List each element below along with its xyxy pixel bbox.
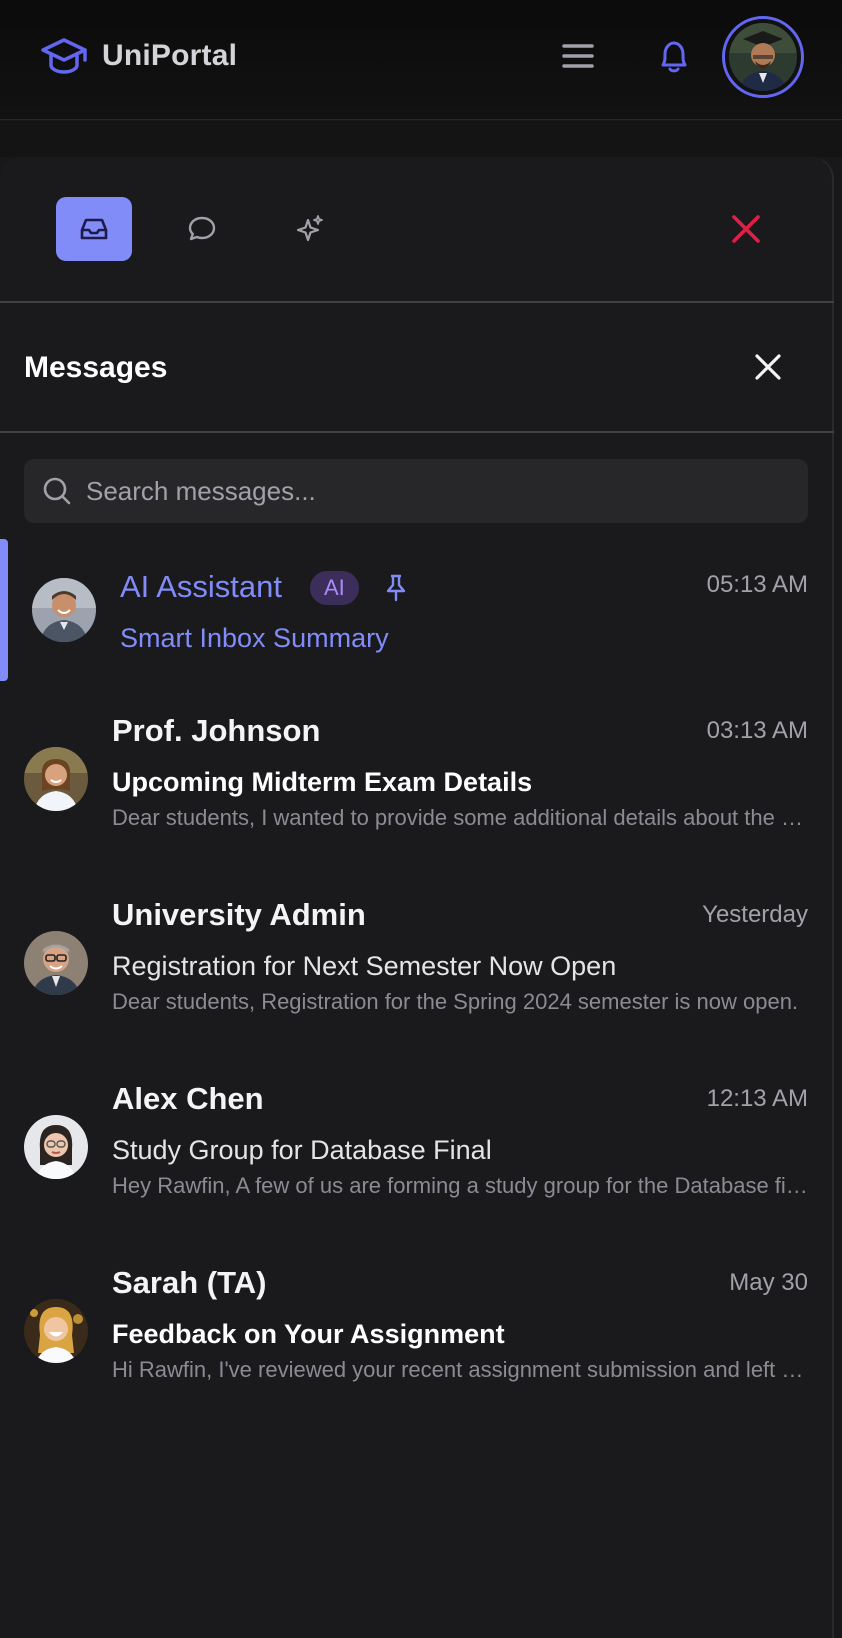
avatar (32, 578, 96, 642)
message-preview: Dear students, I wanted to provide some … (112, 805, 810, 830)
top-navbar: UniPortal (0, 0, 842, 120)
avatar (24, 1299, 88, 1363)
message-time: 05:13 AM (706, 571, 808, 598)
menu-button[interactable] (558, 36, 598, 76)
tab-ai[interactable] (272, 197, 348, 261)
graduate-portrait-icon (729, 23, 797, 91)
message-list: AI Assistant AI 05:13 AM Smart Inbox Sum… (0, 539, 834, 1427)
sender-name: Prof. Johnson (112, 713, 321, 748)
selected-indicator (0, 539, 8, 681)
messages-header: Messages (0, 303, 834, 433)
message-time: May 30 (729, 1269, 808, 1296)
chat-bubble-icon (188, 216, 216, 241)
close-icon (732, 215, 760, 243)
list-item[interactable]: Alex Chen 12:13 AM Study Group for Datab… (0, 1059, 834, 1243)
backdrop (0, 121, 842, 157)
message-preview: Hey Rawfin, A few of us are forming a st… (112, 1173, 810, 1198)
sparkles-icon (296, 215, 323, 242)
message-subject: Registration for Next Semester Now Open (112, 951, 617, 981)
message-subject: Smart Inbox Summary (120, 623, 389, 653)
search-icon (42, 476, 72, 506)
close-icon (755, 354, 781, 380)
message-subject: Upcoming Midterm Exam Details (112, 767, 533, 797)
search-bar (24, 459, 808, 523)
pin-icon (382, 573, 410, 603)
list-item[interactable]: University Admin Yesterday Registration … (0, 875, 834, 1059)
page-title: Messages (24, 351, 168, 384)
avatar (24, 747, 88, 811)
sender-name: Alex Chen (112, 1081, 264, 1116)
message-subject: Feedback on Your Assignment (112, 1319, 505, 1349)
message-preview: Dear students, Registration for the Spri… (112, 989, 799, 1014)
message-time: 03:13 AM (706, 717, 808, 744)
list-item[interactable]: AI Assistant AI 05:13 AM Smart Inbox Sum… (0, 539, 834, 681)
brand-name: UniPortal (102, 39, 238, 72)
list-item[interactable]: Prof. Johnson 03:13 AM Upcoming Midterm … (0, 691, 834, 875)
messages-panel: Messages Search messages... AI Assistant… (0, 157, 834, 1638)
avatar (24, 931, 88, 995)
message-subject: Study Group for Database Final (112, 1135, 492, 1165)
sender-name: AI Assistant (120, 569, 282, 604)
graduation-cap-icon (40, 34, 88, 78)
brand[interactable]: UniPortal (40, 34, 237, 78)
message-preview: Hi Rawfin, I've reviewed your recent ass… (112, 1357, 810, 1382)
message-time: 12:13 AM (706, 1085, 808, 1112)
user-avatar[interactable] (722, 16, 804, 98)
bell-icon (661, 41, 687, 73)
tab-inbox[interactable] (56, 197, 132, 261)
hamburger-icon (562, 44, 594, 68)
sender-name: Sarah (TA) (112, 1265, 267, 1300)
search-input[interactable] (86, 459, 786, 523)
notifications-button[interactable] (652, 34, 696, 78)
tab-chat[interactable] (164, 197, 240, 261)
list-item[interactable]: Sarah (TA) May 30 Feedback on Your Assig… (0, 1243, 834, 1427)
close-messages-button[interactable] (750, 349, 786, 385)
panel-tab-bar (0, 157, 834, 303)
message-time: Yesterday (702, 901, 808, 928)
sender-name: University Admin (112, 897, 366, 932)
avatar (24, 1115, 88, 1179)
close-panel-button[interactable] (726, 209, 766, 249)
inbox-icon (80, 218, 108, 240)
ai-badge: AI (310, 571, 359, 605)
